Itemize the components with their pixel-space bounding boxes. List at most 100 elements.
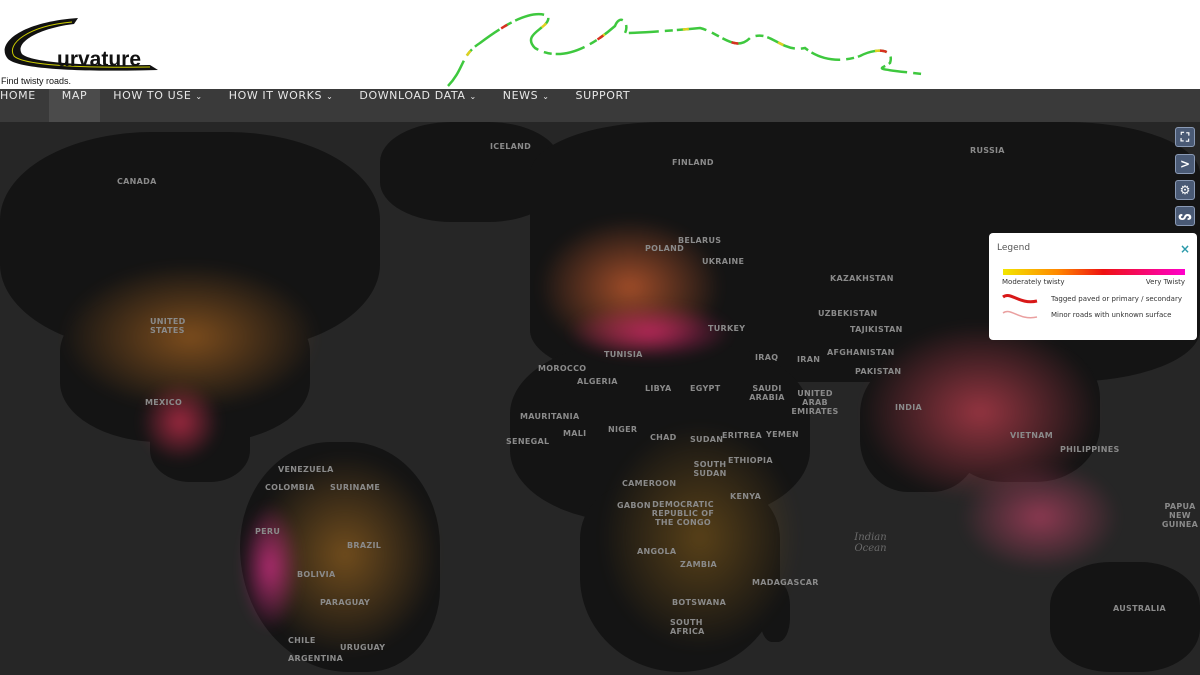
map-label: LIBYA bbox=[645, 384, 672, 393]
chevron-down-icon: ⌄ bbox=[469, 92, 477, 101]
legend-item-minor: Minor roads with unknown surface bbox=[1001, 309, 1171, 321]
map-label: BOTSWANA bbox=[672, 598, 727, 607]
map-canvas[interactable]: CANADA UNITED STATES MEXICO ICELAND FINL… bbox=[0, 122, 1200, 675]
map-label: TUNISIA bbox=[604, 350, 643, 359]
map-label: MAURITANIA bbox=[520, 412, 580, 421]
map-label: ANGOLA bbox=[637, 547, 677, 556]
gear-icon: ⚙ bbox=[1179, 183, 1191, 197]
map-label: ICELAND bbox=[490, 142, 532, 151]
nav-how-it-works[interactable]: HOW IT WORKS ⌄ bbox=[216, 89, 347, 122]
map-label: BRAZIL bbox=[347, 541, 382, 550]
settings-button[interactable]: ⚙ bbox=[1175, 180, 1195, 200]
map-label: BELARUS bbox=[678, 236, 722, 245]
map-label: SURINAME bbox=[330, 483, 381, 492]
road-density-mexico bbox=[140, 382, 220, 462]
map-label: CAMEROON bbox=[622, 479, 677, 488]
map-label: GABON bbox=[617, 501, 651, 510]
tagline: Find twisty roads. bbox=[1, 76, 72, 86]
map-label: SUDAN bbox=[690, 435, 724, 444]
thick-red-line-icon bbox=[1002, 294, 1038, 304]
map-label: YEMEN bbox=[766, 430, 799, 439]
map-label: NIGER bbox=[608, 425, 638, 434]
logo-text: urvature bbox=[57, 48, 142, 71]
map-label: AFGHANISTAN bbox=[827, 348, 895, 357]
map-label: UNITED ARAB EMIRATES bbox=[791, 389, 839, 416]
map-label: UZBEKISTAN bbox=[818, 309, 878, 318]
map-label: AUSTRALIA bbox=[1113, 604, 1166, 613]
map-label: MEXICO bbox=[145, 398, 183, 407]
fullscreen-icon: ⛶ bbox=[1180, 130, 1190, 144]
legend-title: Legend bbox=[997, 243, 1031, 253]
main-nav: HOME MAP HOW TO USE ⌄ HOW IT WORKS ⌄ DOWNL… bbox=[0, 89, 1200, 122]
map-label: KAZAKHSTAN bbox=[830, 274, 894, 283]
twistiness-gradient bbox=[1003, 269, 1185, 275]
map-label: BOLIVIA bbox=[297, 570, 336, 579]
map-label: ERITREA bbox=[722, 431, 762, 440]
map-label: URUGUAY bbox=[340, 643, 386, 652]
map-label: SOUTH AFRICA bbox=[670, 618, 705, 636]
nav-label: SUPPORT bbox=[575, 89, 631, 102]
legend-high-label: Very Twisty bbox=[1145, 278, 1185, 286]
chevron-right-icon: > bbox=[1179, 157, 1191, 171]
map-label: INDIA bbox=[895, 403, 922, 412]
route-button[interactable]: ᔕ bbox=[1175, 206, 1195, 226]
map-label: KENYA bbox=[730, 492, 762, 501]
thin-pink-line-icon bbox=[1002, 310, 1038, 319]
legend-item-label: Minor roads with unknown surface bbox=[1051, 311, 1172, 319]
map-label: TURKEY bbox=[708, 324, 746, 333]
map-label: ARGENTINA bbox=[288, 654, 344, 663]
nav-download-data[interactable]: DOWNLOAD DATA ⌄ bbox=[346, 89, 489, 122]
ocean-label: Indian Ocean bbox=[854, 532, 887, 554]
road-density-indonesia bbox=[960, 462, 1120, 572]
site-header: urvature Find twisty roads. bbox=[0, 0, 1200, 89]
map-label: PERU bbox=[255, 527, 281, 536]
map-label: FINLAND bbox=[672, 158, 714, 167]
chevron-down-icon: ⌄ bbox=[326, 92, 334, 101]
map-label: SOUTH SUDAN bbox=[693, 460, 727, 478]
fullscreen-button[interactable]: ⛶ bbox=[1175, 127, 1195, 147]
map-label: COLOMBIA bbox=[265, 483, 315, 492]
nav-label: HOW TO USE bbox=[113, 89, 192, 102]
map-label: IRAQ bbox=[755, 353, 779, 362]
curvature-logo[interactable]: urvature bbox=[0, 14, 165, 74]
nav-label: NEWS bbox=[502, 89, 539, 102]
legend-item-label: Tagged paved or primary / secondary bbox=[1051, 295, 1182, 303]
map-label: IRAN bbox=[797, 355, 821, 364]
map-label: PHILIPPINES bbox=[1060, 445, 1120, 454]
legend-low-label: Moderately twisty bbox=[1002, 278, 1065, 286]
chevron-down-icon: ⌄ bbox=[195, 92, 203, 101]
route-icon: ᔕ bbox=[1178, 209, 1192, 223]
nav-label: DOWNLOAD DATA bbox=[359, 89, 466, 102]
nav-map[interactable]: MAP bbox=[48, 89, 101, 122]
map-label: SENEGAL bbox=[506, 437, 550, 446]
map-label: ALGERIA bbox=[577, 377, 618, 386]
nav-home[interactable]: HOME bbox=[0, 89, 49, 122]
map-label: DEMOCRATIC REPUBLIC OF THE CONGO bbox=[651, 500, 715, 527]
map-label: PARAGUAY bbox=[320, 598, 371, 607]
close-icon[interactable]: × bbox=[1180, 242, 1190, 256]
nav-support[interactable]: SUPPORT bbox=[563, 89, 644, 122]
legend-item-paved: Tagged paved or primary / secondary bbox=[1001, 293, 1182, 305]
nav-label: HOW IT WORKS bbox=[228, 89, 323, 102]
map-label: CHILE bbox=[288, 636, 316, 645]
map-label: CHAD bbox=[650, 433, 677, 442]
chevron-down-icon: ⌄ bbox=[542, 92, 550, 101]
map-label: EGYPT bbox=[690, 384, 721, 393]
nav-news[interactable]: NEWS ⌄ bbox=[490, 89, 563, 122]
map-label: UNITED STATES bbox=[150, 317, 186, 335]
map-label: ETHIOPIA bbox=[728, 456, 773, 465]
map-label: ZAMBIA bbox=[680, 560, 718, 569]
map-label: MALI bbox=[563, 429, 587, 438]
map-label: UKRAINE bbox=[702, 257, 745, 266]
nav-label: HOME bbox=[0, 89, 36, 102]
nav-how-to-use[interactable]: HOW TO USE ⌄ bbox=[100, 89, 215, 122]
map-label: MADAGASCAR bbox=[752, 578, 819, 587]
road-density-andes bbox=[240, 502, 300, 632]
decorative-road-icon bbox=[447, 13, 923, 87]
map-label: VENEZUELA bbox=[278, 465, 334, 474]
expand-panel-button[interactable]: > bbox=[1175, 154, 1195, 174]
map-label: TAJIKISTAN bbox=[850, 325, 903, 334]
map-label: POLAND bbox=[645, 244, 685, 253]
map-label: VIETNAM bbox=[1010, 431, 1054, 440]
land-australia bbox=[1050, 562, 1200, 672]
